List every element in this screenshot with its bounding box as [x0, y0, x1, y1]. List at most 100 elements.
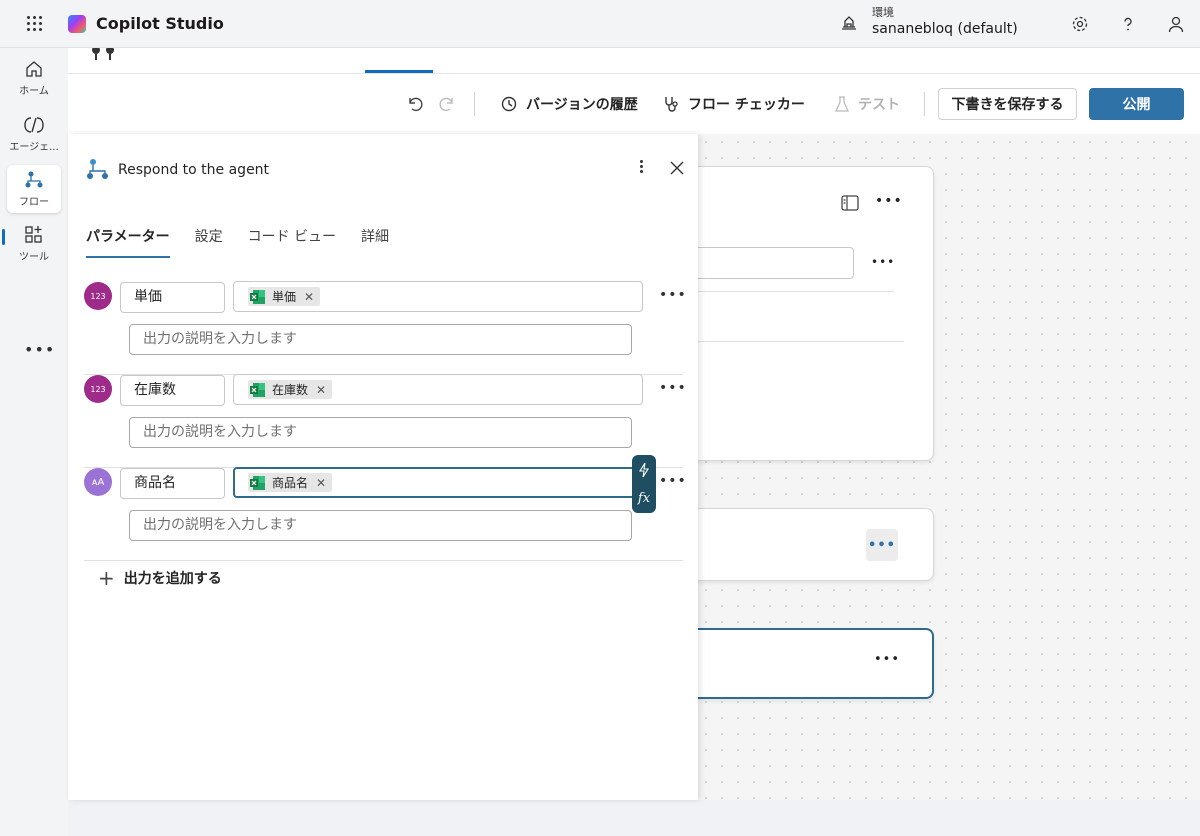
environment-value: sananebloq (default) — [872, 21, 1018, 37]
home-icon — [26, 61, 42, 77]
flow-action-icon — [87, 159, 108, 179]
dynamic-content-chip[interactable]: 商品名 ✕ — [248, 473, 333, 492]
lightning-icon[interactable] — [638, 462, 650, 478]
parameter-more-icon[interactable]: ••• — [659, 287, 687, 303]
test-button[interactable]: テスト — [834, 94, 900, 114]
card-input-field[interactable] — [679, 247, 854, 279]
dynamic-content-chip[interactable]: 単価 ✕ — [248, 287, 321, 306]
tab-settings[interactable]: 設定 — [195, 226, 223, 258]
environment-icon — [842, 16, 856, 30]
agent-icon — [24, 117, 44, 133]
chip-remove-icon[interactable]: ✕ — [316, 476, 326, 490]
parameter-name-input[interactable]: 在庫数 — [120, 375, 225, 406]
parameter-name-input[interactable]: 単価 — [120, 282, 225, 313]
card-more-icon[interactable]: ••• — [875, 193, 903, 209]
output-parameter-row: 123 在庫数 在庫数 ✕ ••• 出力の説明を入力します — [84, 374, 686, 468]
expression-flyout: fx — [632, 455, 656, 513]
add-output-label: 出力を追加する — [123, 571, 222, 587]
flow-card-top[interactable]: ••• ••• — [678, 166, 934, 461]
panel-tabs: パラメーター 設定 コード ビュー 詳細 — [86, 226, 414, 258]
excel-icon — [250, 475, 265, 490]
top-bar: Copilot Studio 環境 sananebloq (default) — [0, 0, 1200, 48]
environment-picker[interactable]: 環境 sananebloq (default) — [840, 6, 1018, 38]
toolbar-divider — [924, 92, 925, 116]
tab-active-underline — [365, 70, 433, 73]
chip-label: 在庫数 — [272, 383, 309, 397]
flow-canvas[interactable]: ••• ••• ••• ••• — [678, 134, 1200, 800]
dynamic-content-chip[interactable]: 在庫数 ✕ — [248, 380, 333, 399]
redo-icon — [439, 97, 453, 112]
rail-item-flows[interactable]: フロー — [7, 165, 61, 213]
parameter-name-input[interactable]: 商品名 — [120, 468, 225, 499]
rail-label-home: ホーム — [19, 86, 49, 97]
flow-checker-button[interactable]: フロー チェッカー — [662, 94, 805, 114]
parameter-value-input[interactable]: 在庫数 ✕ — [233, 374, 643, 405]
test-label: テスト — [858, 97, 900, 113]
parameter-value-input[interactable]: 単価 ✕ — [233, 281, 643, 312]
text-type-icon: ᴀA — [84, 468, 112, 496]
panel-toggle-icon[interactable] — [841, 195, 859, 211]
undo-icon — [409, 97, 423, 112]
tab-code-view[interactable]: コード ビュー — [248, 226, 336, 258]
app-title: Copilot Studio — [96, 14, 224, 33]
number-type-icon: 123 — [84, 375, 112, 403]
rail-active-indicator — [2, 229, 5, 245]
page-header — [68, 48, 1200, 74]
plus-icon: + — [98, 566, 115, 590]
card-more-icon[interactable]: ••• — [874, 652, 900, 667]
footer-strip — [68, 800, 1200, 836]
fx-icon[interactable]: fx — [638, 491, 650, 506]
parameter-more-icon[interactable]: ••• — [659, 473, 687, 489]
chip-label: 商品名 — [272, 476, 309, 490]
app-launcher-icon[interactable] — [0, 0, 68, 48]
tab-parameters[interactable]: パラメーター — [86, 226, 170, 258]
close-icon[interactable] — [669, 160, 685, 176]
toolbar: バージョンの履歴 フロー チェッカー テスト 下書きを保存する 公開 — [68, 74, 1200, 134]
rail-item-agents[interactable]: エージェ... — [7, 110, 61, 158]
flask-icon — [834, 96, 850, 112]
help-icon[interactable] — [1116, 12, 1140, 36]
field-more-icon[interactable]: ••• — [871, 255, 895, 269]
flow-checker-label: フロー チェッカー — [688, 97, 805, 113]
redo-button[interactable] — [438, 94, 464, 114]
flow-header-icon — [92, 48, 114, 60]
undo-button[interactable] — [406, 94, 432, 114]
tools-icon — [25, 226, 42, 243]
description-input[interactable]: 出力の説明を入力します — [129, 324, 632, 355]
rail-label-agents: エージェ... — [9, 142, 59, 153]
toolbar-divider — [474, 92, 475, 116]
flow-card-selected[interactable]: ••• — [678, 628, 934, 699]
copilot-studio-logo — [68, 14, 86, 33]
rail-more-icon[interactable]: ••• — [24, 340, 55, 359]
chip-remove-icon[interactable]: ✕ — [316, 383, 326, 397]
parameter-more-icon[interactable]: ••• — [659, 380, 687, 396]
rail-item-home[interactable]: ホーム — [7, 54, 61, 102]
left-rail: ホーム エージェ... フロー ツール ••• — [0, 48, 68, 836]
version-history-label: バージョンの履歴 — [526, 97, 638, 113]
publish-button[interactable]: 公開 — [1089, 88, 1184, 120]
environment-label: 環境 — [872, 6, 894, 19]
parameter-value-input[interactable]: 商品名 ✕ — [233, 467, 643, 498]
output-parameter-row: 123 単価 単価 ✕ ••• 出力の説明を入力します — [84, 281, 686, 375]
description-input[interactable]: 出力の説明を入力します — [129, 417, 632, 448]
add-output-button[interactable]: + 出力を追加する — [98, 566, 222, 590]
number-type-icon: 123 — [84, 282, 112, 310]
excel-icon — [250, 289, 265, 304]
tab-details[interactable]: 詳細 — [361, 226, 389, 258]
panel-title: Respond to the agent — [118, 162, 270, 178]
settings-gear-icon[interactable] — [1068, 12, 1092, 36]
save-draft-button[interactable]: 下書きを保存する — [938, 88, 1077, 120]
card-divider — [679, 291, 894, 292]
panel-more-icon[interactable] — [640, 160, 644, 173]
card-more-button[interactable]: ••• — [866, 529, 898, 561]
flow-card-middle[interactable]: ••• — [678, 508, 934, 581]
history-icon — [501, 96, 517, 112]
rail-item-tools[interactable]: ツール — [7, 220, 61, 268]
profile-icon[interactable] — [1164, 12, 1188, 36]
description-input[interactable]: 出力の説明を入力します — [129, 510, 632, 541]
flow-icon — [25, 171, 43, 188]
chip-remove-icon[interactable]: ✕ — [304, 290, 314, 304]
chip-label: 単価 — [272, 290, 297, 304]
version-history-button[interactable]: バージョンの履歴 — [500, 94, 638, 114]
excel-icon — [250, 382, 265, 397]
